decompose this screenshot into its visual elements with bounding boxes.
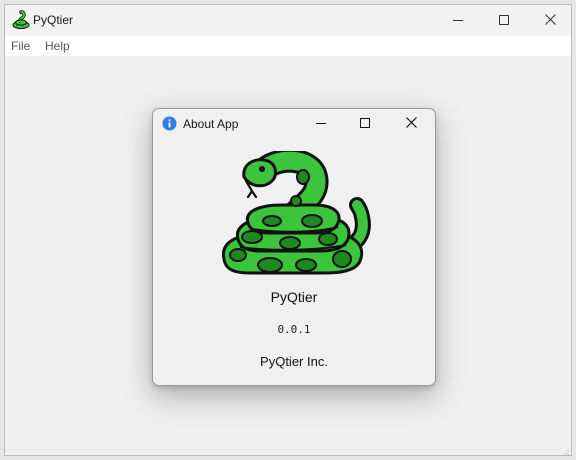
dialog-close-button[interactable] [389, 109, 433, 139]
info-icon [162, 116, 177, 131]
maximize-icon [360, 115, 370, 133]
close-button[interactable] [527, 5, 571, 36]
maximize-button[interactable] [481, 5, 527, 36]
about-dialog-titlebar[interactable]: About App [153, 109, 435, 139]
menu-help[interactable]: Help [45, 39, 70, 53]
close-icon [405, 115, 417, 133]
close-icon [544, 12, 556, 30]
minimize-icon [316, 115, 326, 133]
main-titlebar[interactable]: PyQtier [5, 5, 571, 36]
menu-file[interactable]: File [11, 39, 30, 53]
snake-icon [11, 10, 31, 30]
about-dialog-title: About App [183, 117, 239, 131]
dialog-maximize-button[interactable] [343, 109, 387, 139]
about-app-name: PyQtier [270, 289, 318, 305]
maximize-icon [499, 12, 509, 30]
snake-logo [216, 148, 372, 277]
menubar: File Help [5, 36, 571, 56]
about-company: PyQtier Inc. [260, 354, 328, 369]
dialog-minimize-button[interactable] [299, 109, 343, 139]
minimize-button[interactable] [435, 5, 481, 36]
window-title: PyQtier [33, 13, 74, 27]
resize-grip-icon[interactable] [561, 445, 569, 455]
about-dialog: About App PyQtier 0.0.1 PyQtier Inc. [152, 108, 436, 386]
minimize-icon [453, 12, 463, 30]
about-version: 0.0.1 [277, 323, 311, 336]
